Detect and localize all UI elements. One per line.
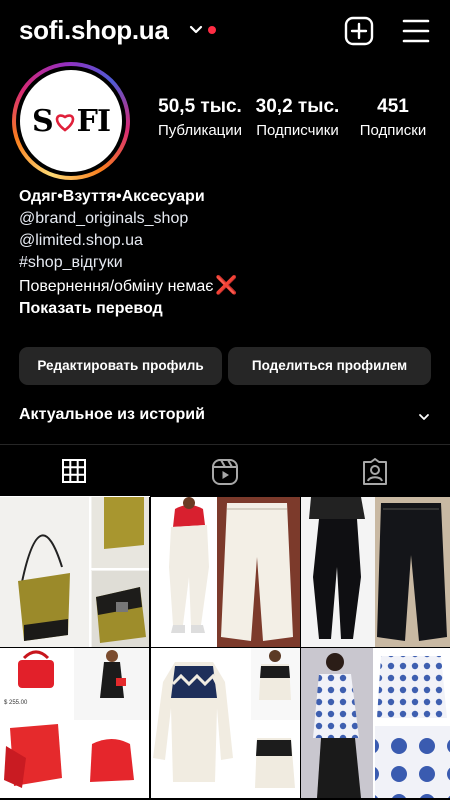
stat-followers[interactable]: 30,2 тыс. Подписчики	[250, 96, 345, 139]
posts-grid: $ 255.00	[0, 497, 450, 800]
stat-label: Подписчики	[256, 122, 339, 139]
grid-icon	[62, 459, 86, 483]
stat-value: 451	[377, 96, 409, 117]
heart-logo-icon	[55, 114, 74, 132]
post-thumbnail-jeans[interactable]	[301, 497, 450, 647]
share-profile-button[interactable]: Поделиться профилем	[228, 347, 431, 385]
bio-policy-text: Повернення/обміну немає	[19, 278, 214, 295]
red-bag-photo	[0, 648, 149, 798]
avatar-story-ring[interactable]: S FI	[12, 62, 130, 180]
post-thumbnail-red-bag[interactable]: $ 255.00	[0, 648, 149, 798]
notification-dot	[208, 26, 216, 34]
bio-mention-link[interactable]: @brand_originals_shop	[19, 208, 439, 230]
stat-value: 50,5 тыс.	[158, 96, 242, 117]
stat-label: Подписки	[359, 122, 427, 139]
tab-posts-grid[interactable]	[0, 445, 150, 497]
avatar[interactable]: S FI	[20, 70, 122, 172]
post-thumbnail-shirt[interactable]	[301, 648, 450, 798]
jeans-photo	[301, 497, 450, 647]
bio-hashtag-link[interactable]: #shop_відгуки	[19, 252, 439, 274]
bio-return-policy: Повернення/обміну немає ❌	[19, 274, 439, 298]
bio-category: Одяг•Взуття•Аксесуари	[19, 188, 205, 205]
bag-photo	[0, 497, 149, 647]
top-bar: sofi.shop.ua	[0, 0, 450, 62]
tab-tagged[interactable]	[300, 445, 450, 497]
post-thumbnail-sweater[interactable]	[151, 648, 300, 798]
post-thumbnail-bag[interactable]	[0, 497, 149, 647]
chevron-down-icon[interactable]	[417, 410, 431, 424]
tab-reels[interactable]	[150, 445, 300, 497]
hamburger-menu-icon[interactable]	[402, 18, 430, 44]
brand-logo: S FI	[31, 104, 111, 139]
profile-tabs	[0, 444, 450, 497]
profile-bio: Одяг•Взуття•Аксесуари @brand_originals_s…	[19, 186, 439, 320]
post-thumbnail-pants[interactable]	[151, 497, 300, 647]
tagged-person-icon	[363, 458, 387, 485]
reels-icon	[212, 459, 238, 485]
cross-mark-icon: ❌	[215, 275, 238, 295]
profile-username[interactable]: sofi.shop.ua	[19, 15, 169, 46]
edit-profile-button[interactable]: Редактировать профиль	[19, 347, 222, 385]
stat-value: 30,2 тыс.	[255, 96, 340, 117]
pants-photo	[151, 497, 300, 647]
stat-label: Публикации	[157, 122, 243, 139]
bio-mention-link[interactable]: @limited.shop.ua	[19, 230, 439, 252]
show-translation-link[interactable]: Показать перевод	[19, 298, 439, 320]
shirt-photo	[301, 648, 450, 798]
stat-following[interactable]: 451 Подписки	[347, 96, 439, 139]
story-highlights-title[interactable]: Актуальное из историй	[19, 406, 205, 424]
post-price-overlay: $ 255.00	[4, 700, 28, 706]
chevron-down-icon[interactable]	[188, 22, 204, 38]
sweater-photo	[151, 648, 300, 798]
plus-square-icon[interactable]	[344, 16, 374, 46]
stat-posts[interactable]: 50,5 тыс. Публикации	[150, 96, 250, 139]
